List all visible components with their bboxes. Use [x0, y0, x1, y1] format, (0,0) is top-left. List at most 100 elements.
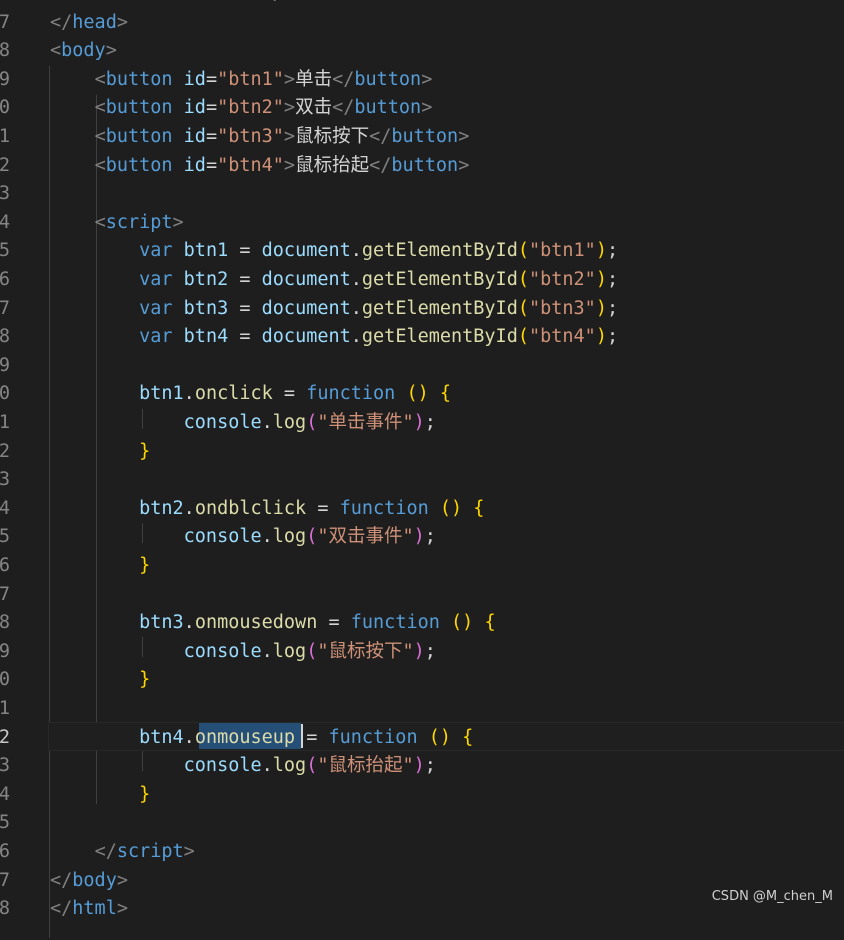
- code-token: <: [94, 68, 106, 90]
- line-code: btn1.onclick = function () {: [50, 380, 451, 409]
- code-line[interactable]: 3 console.log("鼠标抬起");: [0, 752, 844, 781]
- code-token: "btn3": [217, 126, 284, 147]
- code-line[interactable]: 6 }: [0, 552, 844, 581]
- code-token: "鼠标按下": [317, 640, 414, 662]
- code-line[interactable]: 9: [0, 352, 844, 381]
- code-token: btn1: [139, 383, 184, 405]
- code-line[interactable]: 2 }: [0, 438, 844, 467]
- code-line[interactable]: 8 btn3.onmousedown = function () {: [0, 609, 844, 638]
- code-token: =: [317, 612, 351, 634]
- line-number: 0: [0, 97, 10, 119]
- code-line[interactable]: 3: [0, 466, 844, 495]
- code-line[interactable]: 2 btn4.onmouseup = function () {: [0, 724, 844, 753]
- code-token: ;: [424, 526, 436, 548]
- code-token: getElementById: [361, 326, 518, 348]
- code-token: </: [94, 841, 117, 862]
- code-token: <: [94, 126, 106, 147]
- code-line[interactable]: 8 <body>: [0, 37, 844, 66]
- line-code: btn4.onmouseup = function () {: [50, 724, 473, 753]
- indent-guide: [142, 523, 143, 543]
- code-token: "btn3": [528, 297, 596, 319]
- code-token: btn4: [183, 326, 229, 348]
- code-token: (: [517, 269, 529, 290]
- code-line[interactable]: 0 }: [0, 666, 844, 695]
- code-token: <: [50, 40, 62, 62]
- code-line[interactable]: 9 <button id="btn1">单击</button>: [0, 66, 844, 95]
- code-line[interactable]: 5: [0, 809, 844, 838]
- code-token: =: [295, 726, 329, 748]
- indent-guide: [142, 751, 143, 771]
- code-line[interactable]: 0 btn1.onclick = function () {: [0, 380, 844, 409]
- line-number: 5: [0, 526, 10, 548]
- code-line[interactable]: 1 <button id="btn3">鼠标按下</button>: [0, 123, 844, 152]
- code-token: }: [139, 440, 151, 462]
- code-token: var: [139, 297, 184, 319]
- code-line[interactable]: 7: [0, 581, 844, 610]
- code-line[interactable]: 1 console.log("单击事件");: [0, 409, 844, 438]
- code-token: .: [350, 269, 362, 290]
- code-line[interactable]: 3: [0, 180, 844, 209]
- code-token: ;: [606, 297, 619, 319]
- code-token: </: [332, 97, 355, 119]
- code-token: "双击事件": [317, 526, 414, 548]
- line-number: 4: [0, 497, 10, 519]
- code-token: =: [205, 126, 218, 147]
- code-token: btn2: [183, 269, 229, 290]
- code-token: (: [517, 326, 529, 348]
- code-token: .: [261, 526, 273, 548]
- code-token: function: [328, 726, 429, 748]
- code-editor[interactable]: 6 <title>Document</title>7</head>8<body>…: [0, 0, 844, 940]
- code-token: (): [439, 497, 463, 519]
- line-number: 4: [0, 211, 10, 233]
- code-token: "btn2": [217, 97, 284, 119]
- code-line[interactable]: 4 }: [0, 781, 844, 810]
- code-token: btn4: [139, 726, 184, 748]
- code-token: =: [228, 326, 262, 348]
- code-token: "btn4": [528, 326, 596, 348]
- code-token: ): [595, 297, 607, 319]
- code-token: (): [428, 726, 452, 748]
- code-line[interactable]: 8 var btn4 = document.getElementById("bt…: [0, 323, 844, 352]
- code-line[interactable]: 6 <title>Document</title>: [0, 0, 844, 9]
- code-line[interactable]: 7 var btn3 = document.getElementById("bt…: [0, 295, 844, 324]
- line-number: 7: [0, 583, 10, 605]
- line-code: }: [50, 552, 150, 581]
- code-line[interactable]: 9 console.log("鼠标按下");: [0, 638, 844, 667]
- line-number: 0: [0, 669, 10, 691]
- code-line[interactable]: 4 btn2.ondblclick = function () {: [0, 495, 844, 524]
- code-token: ondblclick: [194, 497, 307, 519]
- code-line[interactable]: 7 </head>: [0, 9, 844, 38]
- code-line[interactable]: 0 <button id="btn2">双击</button>: [0, 94, 844, 123]
- code-line[interactable]: 6 </script>: [0, 838, 844, 867]
- code-token: =: [205, 68, 218, 90]
- code-token: =: [228, 297, 262, 319]
- line-number: 9: [0, 68, 10, 90]
- code-line[interactable]: 4 <script>: [0, 209, 844, 238]
- code-line[interactable]: 1: [0, 695, 844, 724]
- code-token: btn3: [183, 297, 229, 319]
- code-line[interactable]: 5 var btn1 = document.getElementById("bt…: [0, 237, 844, 266]
- code-token: ): [413, 640, 425, 662]
- code-token: title: [106, 0, 162, 4]
- code-line[interactable]: 5 console.log("双击事件");: [0, 523, 844, 552]
- code-line[interactable]: 6 var btn2 = document.getElementById("bt…: [0, 266, 844, 295]
- line-number: 7: [0, 297, 10, 319]
- code-token: ): [413, 755, 425, 777]
- line-number: 1: [0, 412, 10, 433]
- line-code: <body>: [50, 37, 117, 66]
- code-token: =: [228, 240, 262, 262]
- code-token: title: [284, 0, 340, 4]
- code-token: .: [183, 612, 195, 634]
- code-token: =: [272, 383, 307, 405]
- code-line[interactable]: 2 <button id="btn4">鼠标抬起</button>: [0, 152, 844, 181]
- code-token: document: [261, 326, 351, 348]
- code-token: ;: [424, 755, 436, 777]
